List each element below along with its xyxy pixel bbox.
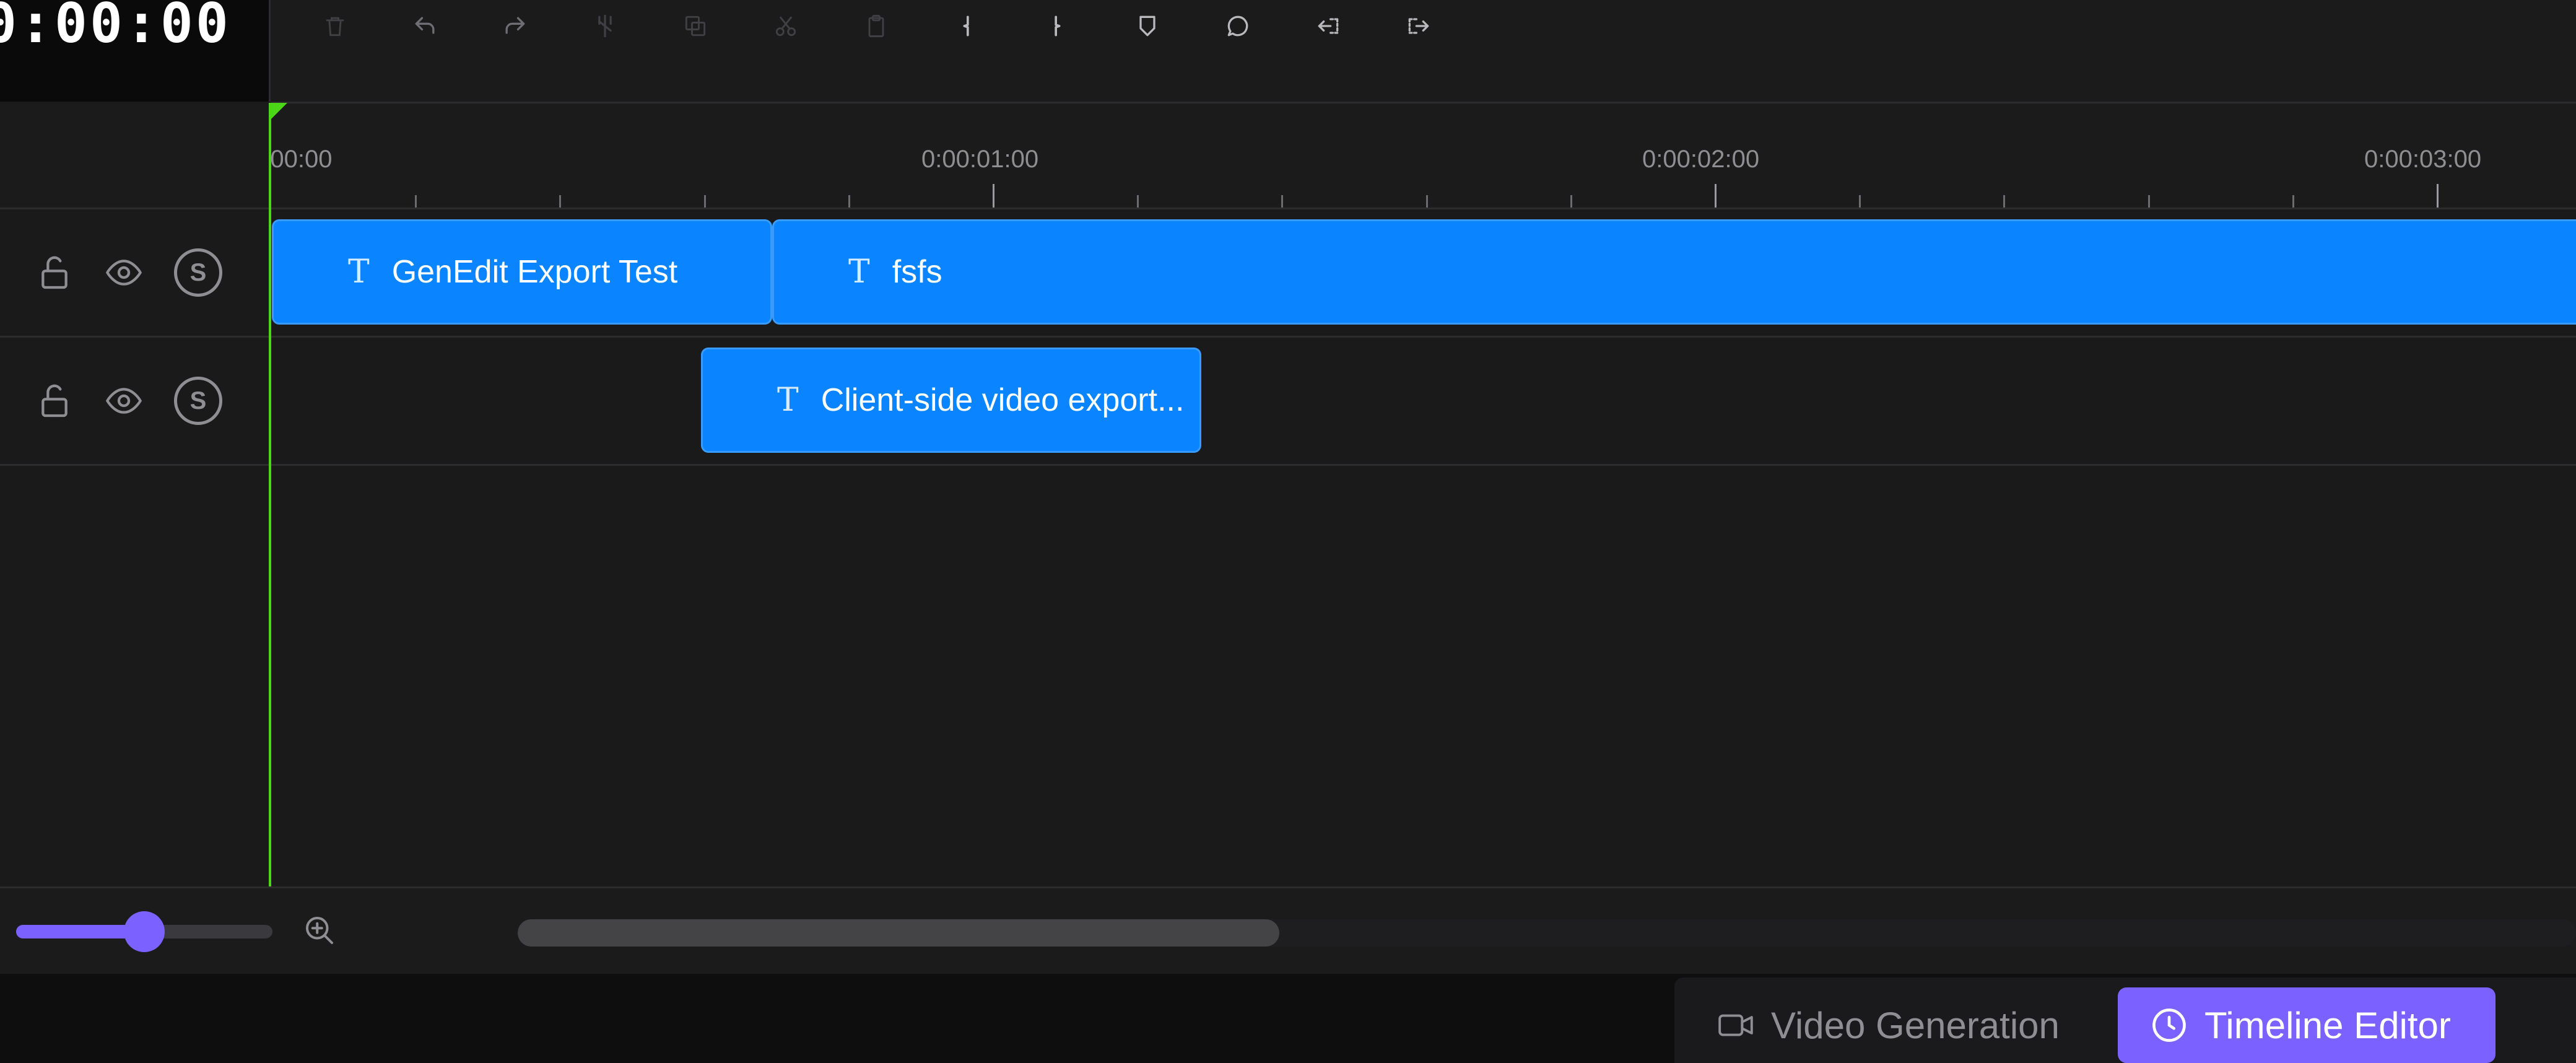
- ruler-minor-tick: [415, 195, 417, 208]
- undo-button[interactable]: [408, 9, 443, 43]
- time-ruler[interactable]: 0:00:00 0:00:01:00 0:00:02:00 0:00:03:00: [271, 103, 2576, 209]
- lock-toggle[interactable]: [30, 376, 79, 426]
- clip-label: GenEdit Export Test: [391, 254, 678, 290]
- ruler-label: 0:00:02:00: [1642, 146, 1760, 173]
- track-header-1: S: [0, 209, 271, 338]
- text-type-icon: T: [348, 253, 370, 291]
- ruler-minor-tick: [848, 195, 850, 208]
- timeline-editor-app: 0:00:00 00:00 0:00:01:00 0:00:02:00 0:00…: [0, 0, 2576, 1063]
- solo-label: S: [189, 387, 207, 414]
- ruler-minor-tick: [1426, 195, 1428, 208]
- paste-button[interactable]: [859, 9, 894, 43]
- ruler-major-tick: [993, 184, 994, 208]
- text-type-icon: T: [777, 382, 799, 419]
- ruler-header-spacer: [0, 103, 271, 209]
- ruler-minor-tick: [1570, 195, 1572, 208]
- track-lane-2[interactable]: T Client-side video export...: [271, 338, 2576, 466]
- ruler-minor-tick: [1281, 195, 1283, 208]
- redo-icon: [505, 17, 525, 34]
- video-camera-icon: [1718, 1014, 1753, 1036]
- solo-label: S: [189, 258, 207, 286]
- horizontal-scrollbar[interactable]: [518, 919, 2576, 947]
- ruler-minor-tick: [704, 195, 706, 208]
- timecode-text: 0:00:00: [0, 0, 231, 55]
- duplicate-icon: [685, 15, 706, 37]
- text-clip[interactable]: T fsfs: [772, 219, 2576, 325]
- ruler-minor-tick: [2003, 195, 2005, 208]
- track-lane-1[interactable]: T GenEdit Export Test T fsfs: [271, 209, 2576, 338]
- delete-icon: [326, 17, 344, 37]
- zoom-slider-thumb[interactable]: [124, 911, 165, 952]
- comment-button[interactable]: [1221, 9, 1255, 43]
- solo-badge: S: [174, 248, 222, 297]
- trim-end-icon: [1055, 15, 1061, 37]
- ruler-label: 0:00:00: [271, 146, 333, 173]
- text-type-icon: T: [848, 253, 870, 291]
- cut-button[interactable]: [768, 9, 803, 43]
- empty-track-headers: [0, 468, 271, 886]
- video-generation-tab[interactable]: Video Generation: [1717, 987, 2060, 1063]
- clip-label: fsfs: [892, 254, 942, 290]
- clip-label: Client-side video export...: [820, 382, 1185, 418]
- ruler-label: 0:00:01:00: [921, 146, 1039, 173]
- cut-icon: [775, 16, 796, 37]
- solo-toggle[interactable]: S: [173, 248, 223, 297]
- ruler-minor-tick: [559, 195, 561, 208]
- undo-icon: [415, 17, 435, 34]
- delete-button[interactable]: [318, 9, 352, 43]
- playhead-handle[interactable]: [269, 103, 287, 121]
- redo-button[interactable]: [497, 9, 532, 43]
- timeline-editor-label: Timeline Editor: [2204, 1004, 2451, 1046]
- track-header-2: S: [0, 338, 271, 466]
- import-button[interactable]: [1311, 9, 1346, 43]
- comment-icon: [1227, 15, 1248, 37]
- import-icon: [1318, 18, 1339, 34]
- duplicate-button[interactable]: [678, 9, 713, 43]
- export-button[interactable]: [1401, 9, 1436, 43]
- trim-start-icon: [963, 15, 969, 37]
- ruler-major-tick: [1715, 184, 1717, 208]
- toolbar: [271, 0, 2576, 103]
- timecode-display: 0:00:00: [0, 0, 271, 102]
- zoom-in-icon[interactable]: [301, 912, 338, 949]
- ruler-minor-tick: [1859, 195, 1861, 208]
- footer: Video Generation Timeline Editor: [0, 974, 2576, 1063]
- solo-badge: S: [174, 377, 222, 425]
- zoom-slider[interactable]: [16, 911, 272, 952]
- export-icon: [1408, 18, 1429, 34]
- visibility-toggle[interactable]: [99, 248, 149, 297]
- split-button[interactable]: [588, 9, 622, 43]
- eye-icon: [105, 388, 142, 414]
- ruler-minor-tick: [1137, 195, 1139, 208]
- unlock-icon: [41, 384, 67, 418]
- marker-icon: [1139, 15, 1155, 37]
- trim-end-button[interactable]: [1040, 9, 1074, 43]
- mode-switcher: Video Generation Timeline Editor: [1674, 978, 2576, 1063]
- solo-toggle[interactable]: S: [173, 376, 223, 426]
- clock-icon: [2152, 1008, 2186, 1042]
- visibility-toggle[interactable]: [99, 376, 149, 426]
- ruler-minor-tick: [2148, 195, 2150, 208]
- text-clip[interactable]: T GenEdit Export Test: [272, 219, 772, 325]
- zoom-bar: [0, 886, 2576, 976]
- split-icon: [598, 14, 612, 38]
- lock-toggle[interactable]: [30, 248, 79, 297]
- timeline-editor-tab[interactable]: Timeline Editor: [2118, 987, 2496, 1063]
- eye-icon: [105, 260, 142, 286]
- ruler-minor-tick: [2292, 195, 2294, 208]
- marker-button[interactable]: [1130, 9, 1165, 43]
- trim-start-button[interactable]: [949, 9, 984, 43]
- ruler-major-tick: [2437, 184, 2439, 208]
- video-generation-label: Video Generation: [1771, 1004, 2060, 1046]
- text-clip[interactable]: T Client-side video export...: [701, 348, 1201, 453]
- paste-icon: [868, 15, 884, 37]
- scrollbar-thumb[interactable]: [518, 919, 1279, 947]
- unlock-icon: [41, 256, 67, 289]
- playhead[interactable]: [269, 103, 271, 886]
- ruler-label: 0:00:03:00: [2364, 146, 2482, 173]
- timecode-value: 0:00:00: [0, 0, 231, 55]
